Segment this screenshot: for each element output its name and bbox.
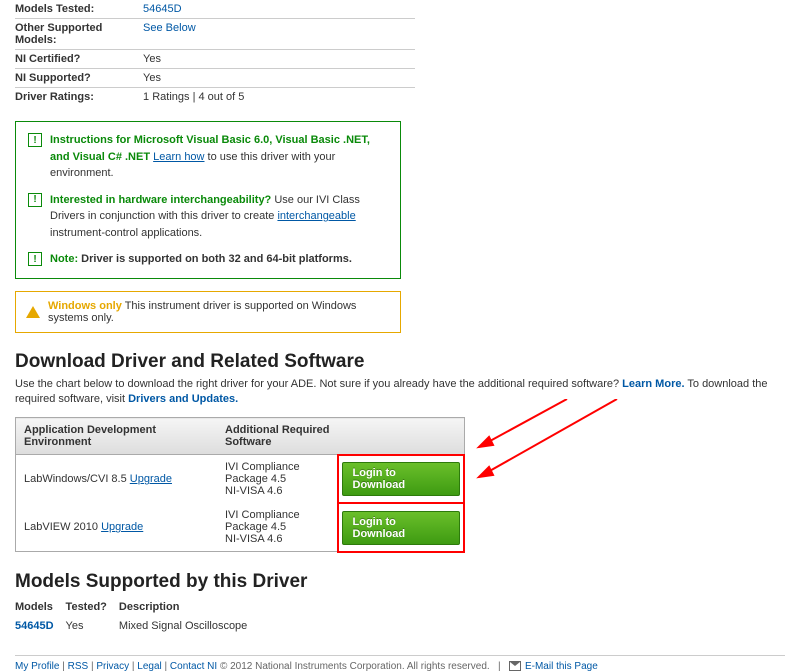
contact-link[interactable]: Contact NI bbox=[170, 661, 217, 672]
th-req: Additional Required Software bbox=[217, 418, 338, 455]
req-line1: IVI Compliance Package 4.5 bbox=[225, 461, 300, 485]
table-row: LabWindows/CVI 8.5 Upgrade IVI Complianc… bbox=[16, 455, 465, 504]
note-label: Note: bbox=[50, 253, 78, 265]
login-download-button[interactable]: Login to Download bbox=[342, 462, 461, 496]
download-table: Application Development Environment Addi… bbox=[15, 417, 465, 553]
download-blurb: Use the chart below to download the righ… bbox=[15, 377, 785, 408]
tested-value: Yes bbox=[66, 617, 119, 635]
platform-note: Driver is supported on both 32 and 64-bi… bbox=[78, 253, 352, 265]
models-tested-link[interactable]: 54645D bbox=[143, 3, 182, 15]
copyright: © 2012 National Instruments Corporation.… bbox=[220, 661, 490, 672]
legal-link[interactable]: Legal bbox=[137, 661, 161, 672]
windows-warning-box: Windows only This instrument driver is s… bbox=[15, 291, 401, 333]
table-row: LabVIEW 2010 Upgrade IVI Compliance Pack… bbox=[16, 503, 465, 552]
info-table: Models Tested: 54645D Other Supported Mo… bbox=[15, 0, 415, 106]
rss-link[interactable]: RSS bbox=[68, 661, 89, 672]
annotation-arrow-2 bbox=[467, 399, 627, 489]
login-download-button[interactable]: Login to Download bbox=[342, 511, 461, 545]
envelope-icon bbox=[509, 661, 521, 671]
drivers-updates-link[interactable]: Drivers and Updates. bbox=[128, 393, 238, 405]
learn-more-link[interactable]: Learn More. bbox=[622, 378, 684, 390]
th-desc: Description bbox=[119, 597, 259, 617]
ratings-value: 1 Ratings | 4 out of 5 bbox=[133, 88, 415, 107]
supported-label: NI Supported? bbox=[15, 69, 133, 88]
th-models: Models bbox=[15, 597, 66, 617]
info-icon: ! bbox=[28, 133, 42, 147]
req-line1: IVI Compliance Package 4.5 bbox=[225, 509, 300, 533]
models-table: Models Tested? Description 54645D Yes Mi… bbox=[15, 597, 259, 635]
interchange-tail: instrument-control applications. bbox=[50, 227, 202, 239]
upgrade-link[interactable]: Upgrade bbox=[101, 521, 143, 533]
info-icon: ! bbox=[28, 252, 42, 266]
interchange-bold: Interested in hardware interchangeabilit… bbox=[50, 194, 271, 206]
req-line2: NI-VISA 4.6 bbox=[225, 533, 282, 545]
download-heading: Download Driver and Related Software bbox=[15, 351, 785, 373]
certified-label: NI Certified? bbox=[15, 50, 133, 69]
interchangeable-link[interactable]: interchangeable bbox=[277, 210, 355, 222]
upgrade-link[interactable]: Upgrade bbox=[130, 473, 172, 485]
req-line2: NI-VISA 4.6 bbox=[225, 485, 282, 497]
ade-name: LabWindows/CVI 8.5 bbox=[24, 473, 130, 485]
th-ade: Application Development Environment bbox=[16, 418, 218, 455]
learn-how-link[interactable]: Learn how bbox=[153, 151, 204, 163]
table-row: 54645D Yes Mixed Signal Oscilloscope bbox=[15, 617, 259, 635]
supported-value: Yes bbox=[133, 69, 415, 88]
windows-only-bold: Windows only bbox=[48, 300, 122, 312]
th-tested: Tested? bbox=[66, 597, 119, 617]
warning-icon bbox=[26, 306, 40, 318]
see-below-link[interactable]: See Below bbox=[143, 22, 196, 34]
desc-value: Mixed Signal Oscilloscope bbox=[119, 617, 259, 635]
green-notice-box: ! Instructions for Microsoft Visual Basi… bbox=[15, 121, 401, 279]
models-tested-label: Models Tested: bbox=[15, 0, 133, 19]
models-heading: Models Supported by this Driver bbox=[15, 571, 785, 593]
privacy-link[interactable]: Privacy bbox=[96, 661, 129, 672]
email-page-link[interactable]: E-Mail this Page bbox=[525, 661, 598, 672]
info-icon: ! bbox=[28, 193, 42, 207]
footer: My Profile | RSS | Privacy | Legal | Con… bbox=[15, 655, 785, 672]
model-link[interactable]: 54645D bbox=[15, 620, 54, 632]
ratings-label: Driver Ratings: bbox=[15, 88, 133, 107]
ade-name: LabVIEW 2010 bbox=[24, 521, 101, 533]
other-models-label: Other Supported Models: bbox=[15, 19, 133, 50]
certified-value: Yes bbox=[133, 50, 415, 69]
my-profile-link[interactable]: My Profile bbox=[15, 661, 59, 672]
